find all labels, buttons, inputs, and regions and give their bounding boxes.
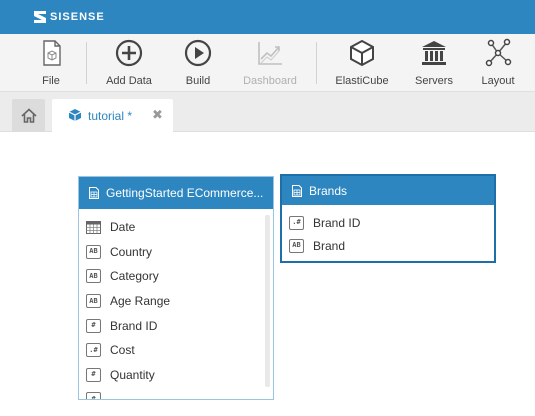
- home-icon: [20, 108, 37, 123]
- table-title: Brands: [309, 183, 348, 198]
- add-data-label: Add Data: [106, 75, 152, 87]
- file-icon: [43, 40, 61, 66]
- list-item[interactable]: # Brand ID: [79, 313, 263, 338]
- text-type-icon: AB: [289, 238, 304, 253]
- table-title: GettingStarted ECommerce...: [106, 186, 264, 200]
- field-list-scrollbar[interactable]: [265, 215, 270, 387]
- add-data-button[interactable]: Add Data: [103, 34, 155, 92]
- text-type-icon: AB: [86, 244, 101, 259]
- chart-icon: [258, 42, 282, 65]
- list-item[interactable]: AB Category: [79, 264, 263, 289]
- integer-type-icon: #: [86, 392, 101, 399]
- list-item[interactable]: .# Cost: [79, 338, 263, 363]
- tab-tutorial-label: tutorial *: [88, 109, 133, 123]
- toolbar: File Add Data Build Dashboard ElastiCube: [0, 34, 535, 92]
- tab-home[interactable]: [12, 99, 45, 132]
- logo-text: SISENSE: [50, 11, 105, 23]
- toolbar-separator: [86, 42, 87, 84]
- decimal-type-icon: .#: [86, 343, 101, 358]
- sisense-logo-icon: [33, 10, 47, 24]
- tab-bar: tutorial * ✖: [0, 92, 535, 133]
- table-icon: [292, 184, 302, 197]
- field-list: Date AB Country AB Category AB Age Range…: [79, 215, 263, 399]
- list-item[interactable]: #: [79, 387, 263, 399]
- decimal-type-icon: .#: [289, 215, 304, 230]
- elasticube-button[interactable]: ElastiCube: [334, 34, 390, 92]
- file-button[interactable]: File: [34, 34, 68, 92]
- sisense-logo: SISENSE: [33, 8, 123, 26]
- close-icon[interactable]: ✖: [152, 107, 163, 123]
- tab-tutorial[interactable]: tutorial * ✖: [52, 99, 173, 133]
- integer-type-icon: #: [86, 367, 101, 382]
- integer-type-icon: #: [86, 318, 101, 333]
- list-item[interactable]: AB Country: [79, 240, 263, 265]
- table-header[interactable]: GettingStarted ECommerce...: [79, 177, 273, 209]
- table-getting-started-ecommerce[interactable]: GettingStarted ECommerce... Date AB Coun…: [78, 176, 274, 400]
- title-bar: SISENSE: [0, 0, 535, 34]
- play-circle-icon: [184, 39, 212, 67]
- list-item[interactable]: AB Age Range: [79, 289, 263, 314]
- network-icon: [485, 38, 512, 67]
- list-item[interactable]: AB Brand: [282, 234, 494, 257]
- cube-icon: [350, 39, 374, 67]
- toolbar-separator: [316, 42, 317, 84]
- building-icon: [422, 41, 446, 65]
- dashboard-label: Dashboard: [243, 75, 297, 87]
- table-brands[interactable]: Brands .# Brand ID AB Brand: [280, 174, 496, 263]
- build-button[interactable]: Build: [181, 34, 215, 92]
- text-type-icon: AB: [86, 269, 101, 284]
- list-item[interactable]: Date: [79, 215, 263, 240]
- build-label: Build: [185, 75, 211, 87]
- text-type-icon: AB: [86, 294, 101, 309]
- table-header[interactable]: Brands: [282, 176, 494, 205]
- add-circle-icon: [115, 39, 143, 67]
- servers-label: Servers: [415, 75, 453, 87]
- table-icon: [89, 187, 99, 199]
- calendar-icon: [86, 220, 101, 234]
- layout-label: Layout: [481, 75, 515, 87]
- dashboard-button[interactable]: Dashboard: [240, 34, 300, 92]
- cube-icon: [68, 109, 82, 121]
- servers-button[interactable]: Servers: [413, 34, 455, 92]
- file-label: File: [42, 75, 60, 87]
- elasticube-label: ElastiCube: [335, 75, 389, 87]
- list-item[interactable]: .# Brand ID: [282, 211, 494, 234]
- layout-button[interactable]: Layout: [479, 34, 517, 92]
- list-item[interactable]: # Quantity: [79, 363, 263, 388]
- field-list: .# Brand ID AB Brand: [282, 211, 494, 257]
